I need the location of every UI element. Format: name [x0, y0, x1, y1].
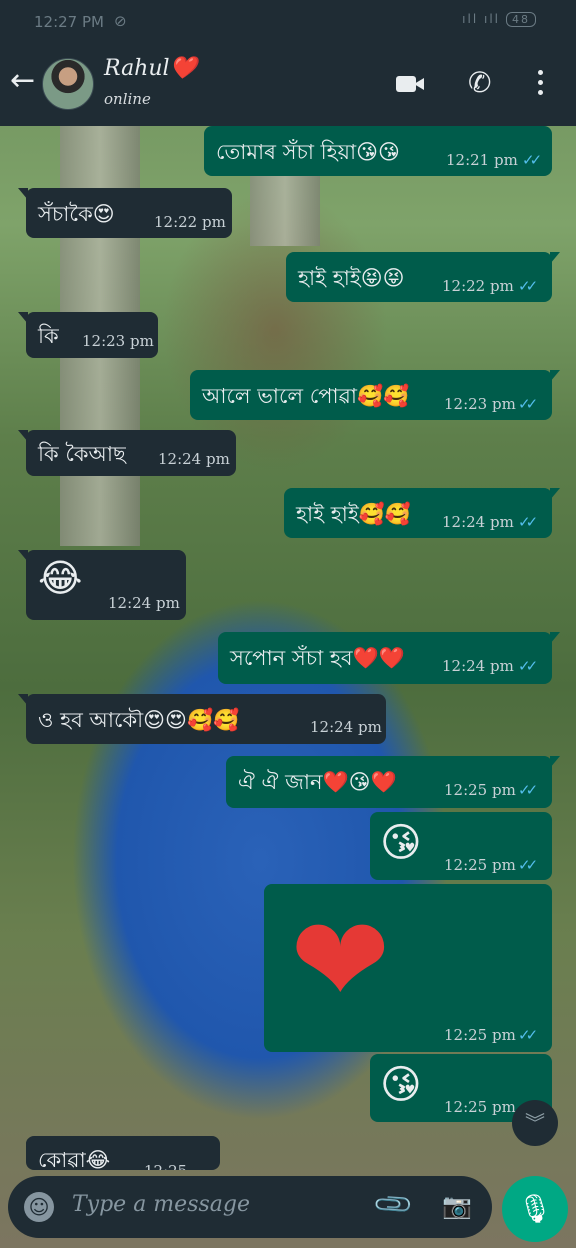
message-time: 12:25 pm: [444, 856, 516, 874]
message-bubble-outgoing[interactable]: আলে ভালে পোৱা🥰🥰 12:23 pm ✓✓: [190, 370, 560, 420]
message-bubble-outgoing[interactable]: তোমাৰ সঁচা হিয়া😘😘 12:21 pm ✓✓: [204, 126, 552, 176]
message-time: 12:25 pm: [444, 781, 516, 799]
message-time: 12:24 pm: [442, 513, 514, 531]
read-ticks-icon: ✓✓: [518, 395, 538, 413]
message-bubble-incoming[interactable]: কি 12:23 pm: [18, 312, 158, 358]
message-time: 12:25 pm: [444, 1026, 516, 1044]
message-text: 😂: [38, 556, 83, 600]
alarm-off-icon: ⊘: [114, 12, 127, 30]
message-time: 12:25: [144, 1162, 187, 1170]
chat-header: ← Rahul❤️ online ✆: [0, 44, 576, 126]
message-bubble-incoming[interactable]: কি কৈআছ 12:24 pm: [18, 430, 236, 476]
message-time: 12:23 pm: [82, 332, 154, 350]
mic-button[interactable]: 🎙: [502, 1176, 568, 1242]
read-ticks-icon: ✓✓: [518, 277, 538, 295]
message-text: হাই হাই😝😝: [298, 266, 405, 290]
message-bubble-incoming[interactable]: ও হব আকৌ😍😍🥰🥰 12:24 pm: [18, 694, 386, 744]
status-time: 12:27 PM: [34, 13, 104, 31]
scroll-down-button[interactable]: ︾: [512, 1100, 558, 1146]
message-time: 12:24 pm: [108, 594, 180, 612]
message-bubble-outgoing[interactable]: 😘 12:25 pm ✓✓: [370, 812, 552, 880]
message-time: 12:24 pm: [158, 450, 230, 468]
message-text: তোমাৰ সঁচা হিয়া😘😘: [216, 140, 400, 164]
message-bubble-outgoing[interactable]: হাই হাই😝😝 12:22 pm ✓✓: [286, 252, 560, 302]
heart-sticker: ❤: [290, 892, 391, 1031]
status-bar: 12:27 PM ⊘ ıll ıll 48: [0, 0, 576, 44]
camera-icon[interactable]: 📷: [442, 1192, 472, 1220]
more-vert-icon[interactable]: [538, 70, 546, 100]
message-time: 12:21 pm: [446, 151, 518, 169]
avatar[interactable]: [42, 58, 94, 110]
read-ticks-icon: ✓✓: [518, 781, 538, 799]
back-arrow-icon[interactable]: ←: [10, 66, 35, 96]
message-bubble-incoming[interactable]: কোৱা😂 12:25: [26, 1136, 220, 1170]
message-bubble-incoming[interactable]: 😂 12:24 pm: [18, 550, 186, 620]
read-ticks-icon: ✓✓: [518, 856, 538, 874]
message-text: কি কৈআছ: [38, 442, 126, 466]
message-bubble-incoming[interactable]: সঁচাকৈ😍 12:22 pm: [18, 188, 232, 238]
message-bubble-outgoing[interactable]: হাই হাই🥰🥰 12:24 pm ✓✓: [284, 488, 560, 538]
message-bubble-outgoing[interactable]: ❤ 12:25 pm ✓✓: [264, 884, 552, 1052]
message-text: কি: [38, 324, 59, 348]
message-text: কোৱা😂: [38, 1148, 111, 1170]
attach-icon[interactable]: 📎: [372, 1183, 416, 1227]
message-input[interactable]: Type a message: [72, 1192, 250, 1217]
read-ticks-icon: ✓✓: [522, 151, 542, 169]
message-text: হাই হাই🥰🥰: [296, 502, 412, 526]
message-time: 12:22 pm: [442, 277, 514, 295]
message-bubble-outgoing[interactable]: ঐ ঐ জান❤️😘❤️ 12:25 pm ✓✓: [226, 756, 560, 808]
message-text: ও হব আকৌ😍😍🥰🥰: [38, 708, 240, 732]
message-time: 12:25 pm: [444, 1098, 516, 1116]
battery-icon: 48: [506, 12, 536, 27]
message-time: 12:24 pm: [310, 718, 382, 736]
message-time: 12:23 pm: [444, 395, 516, 413]
video-call-icon[interactable]: [396, 74, 424, 94]
phone-icon[interactable]: ✆: [468, 66, 491, 99]
message-text: সঁচাকৈ😍: [38, 202, 115, 226]
read-ticks-icon: ✓✓: [518, 513, 538, 531]
read-ticks-icon: ✓✓: [518, 657, 538, 675]
message-time: 12:24 pm: [442, 657, 514, 675]
message-text: আলে ভালে পোৱা🥰🥰: [202, 384, 410, 408]
message-time: 12:22 pm: [154, 213, 226, 231]
message-text: 😘: [380, 820, 422, 866]
message-text: 😘: [380, 1062, 422, 1108]
message-input-bar: ☺ Type a message 📎 📷: [8, 1176, 492, 1238]
signal-icon: ıll ıll 48: [462, 12, 536, 27]
read-ticks-icon: ✓✓: [518, 1026, 538, 1044]
contact-name[interactable]: Rahul❤️: [104, 56, 197, 81]
emoji-icon[interactable]: ☺: [24, 1192, 54, 1222]
contact-status: online: [104, 90, 151, 108]
message-text: ঐ ঐ জান❤️😘❤️: [238, 770, 397, 794]
message-bubble-outgoing[interactable]: সপোন সঁচা হব❤️❤️ 12:24 pm ✓✓: [218, 632, 560, 684]
message-text: সপোন সঁচা হব❤️❤️: [230, 646, 405, 670]
